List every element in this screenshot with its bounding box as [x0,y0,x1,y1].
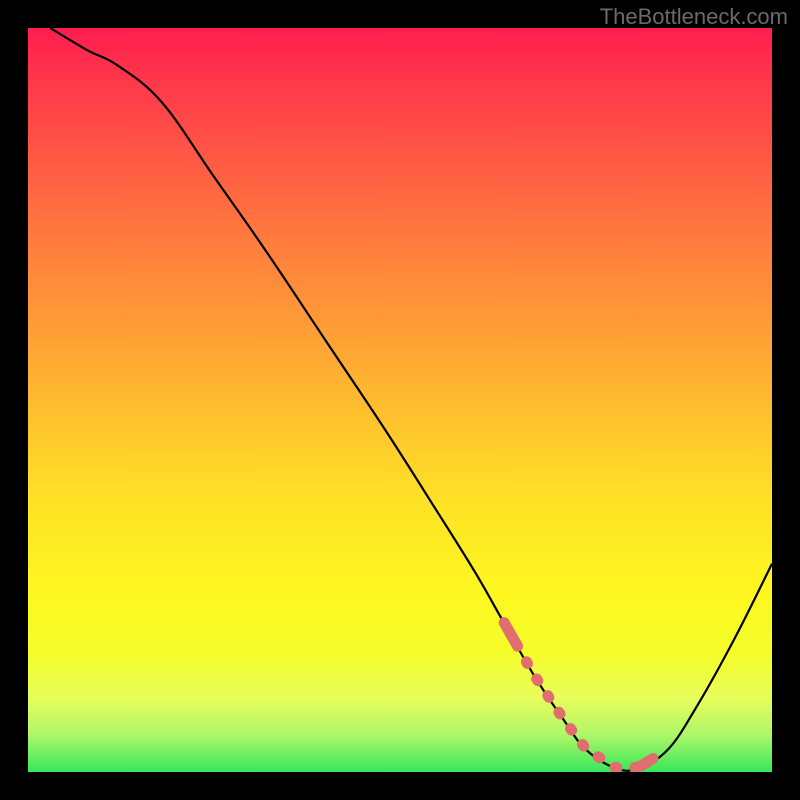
chart-container: TheBottleneck.com [0,0,800,800]
chart-svg [28,28,772,772]
plot-area [28,28,772,772]
highlight-marker [517,644,641,767]
highlight-marker-end [641,758,653,766]
curve-line [50,28,772,771]
watermark-text: TheBottleneck.com [600,4,788,30]
